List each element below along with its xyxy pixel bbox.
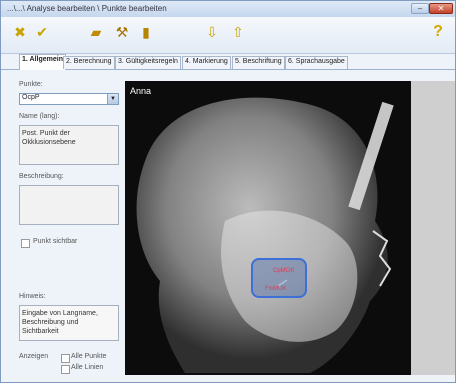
app-window: ...\...\ Analyse bearbeiten \ Punkte bea… bbox=[0, 0, 456, 383]
right-panel bbox=[411, 81, 455, 375]
minimize-button[interactable]: – bbox=[411, 3, 429, 14]
tab-bar: 1. Allgemein 2. Berechnung 3. Gültigkeit… bbox=[1, 53, 455, 70]
hint-textbox: Eingabe von Langname, Beschreibung und S… bbox=[19, 305, 119, 341]
cancel-icon[interactable]: ✖ bbox=[11, 23, 29, 41]
title-bar: ...\...\ Analyse bearbeiten \ Punkte bea… bbox=[1, 1, 455, 18]
move-down-icon[interactable]: ⇩ bbox=[203, 23, 221, 41]
toolbar: ✖ ✔ ▰ ⚒ ▮ ⇩ ⇧ ? bbox=[1, 17, 455, 54]
all-points-checkbox[interactable] bbox=[61, 354, 70, 363]
hint-label: Hinweis: bbox=[19, 293, 46, 300]
show-label: Anzeigen bbox=[19, 353, 49, 360]
tab-beschriftung[interactable]: 5. Beschriftung bbox=[232, 56, 285, 69]
name-label: Name (lang): bbox=[19, 113, 60, 120]
roi-selection[interactable]: CpMOK FisMUK bbox=[251, 258, 307, 298]
tools-icon[interactable]: ⚒ bbox=[113, 23, 131, 41]
properties-panel: Punkte: OcpP ▼ Name (lang): Post. Punkt … bbox=[19, 81, 121, 374]
patient-name: Anna bbox=[130, 86, 152, 96]
all-lines-label: Alle Linien bbox=[71, 364, 104, 371]
description-field[interactable] bbox=[19, 185, 119, 225]
roi-label-fismuk: FisMUK bbox=[265, 286, 287, 292]
window-title: ...\...\ Analyse bearbeiten \ Punkte bea… bbox=[7, 4, 167, 13]
tab-allgemein[interactable]: 1. Allgemein bbox=[19, 54, 66, 70]
roi-label-cpmok: CpMOK bbox=[273, 268, 295, 274]
tab-berechnung[interactable]: 2. Berechnung bbox=[63, 56, 115, 69]
points-label: Punkte: bbox=[19, 81, 43, 88]
visible-checkbox[interactable] bbox=[21, 239, 30, 248]
close-button[interactable]: ✕ bbox=[429, 3, 453, 14]
delete-icon[interactable]: ▮ bbox=[137, 23, 155, 41]
name-field[interactable]: Post. Punkt der Okklusionsebene bbox=[19, 125, 119, 165]
chevron-down-icon[interactable]: ▼ bbox=[107, 94, 118, 104]
visible-checkbox-label: Punkt sichtbar bbox=[33, 238, 78, 245]
xray-image[interactable]: Anna CpMOK FisMUK bbox=[125, 81, 411, 375]
tab-gueltigkeitsregeln[interactable]: 3. Gültigkeitsregeln bbox=[115, 56, 181, 69]
tab-sprachausgabe[interactable]: 6. Sprachausgabe bbox=[285, 56, 348, 69]
confirm-icon[interactable]: ✔ bbox=[33, 23, 51, 41]
all-points-label: Alle Punkte bbox=[71, 353, 107, 360]
points-dropdown[interactable]: OcpP ▼ bbox=[19, 93, 119, 105]
description-label: Beschreibung: bbox=[19, 173, 64, 180]
points-dropdown-value: OcpP bbox=[22, 94, 40, 101]
tab-markierung[interactable]: 4. Markierung bbox=[182, 56, 231, 69]
move-up-icon[interactable]: ⇧ bbox=[229, 23, 247, 41]
open-folder-icon[interactable]: ▰ bbox=[87, 23, 105, 41]
help-icon[interactable]: ? bbox=[429, 23, 447, 41]
all-lines-checkbox[interactable] bbox=[61, 365, 70, 374]
xray-illustration bbox=[136, 97, 394, 373]
